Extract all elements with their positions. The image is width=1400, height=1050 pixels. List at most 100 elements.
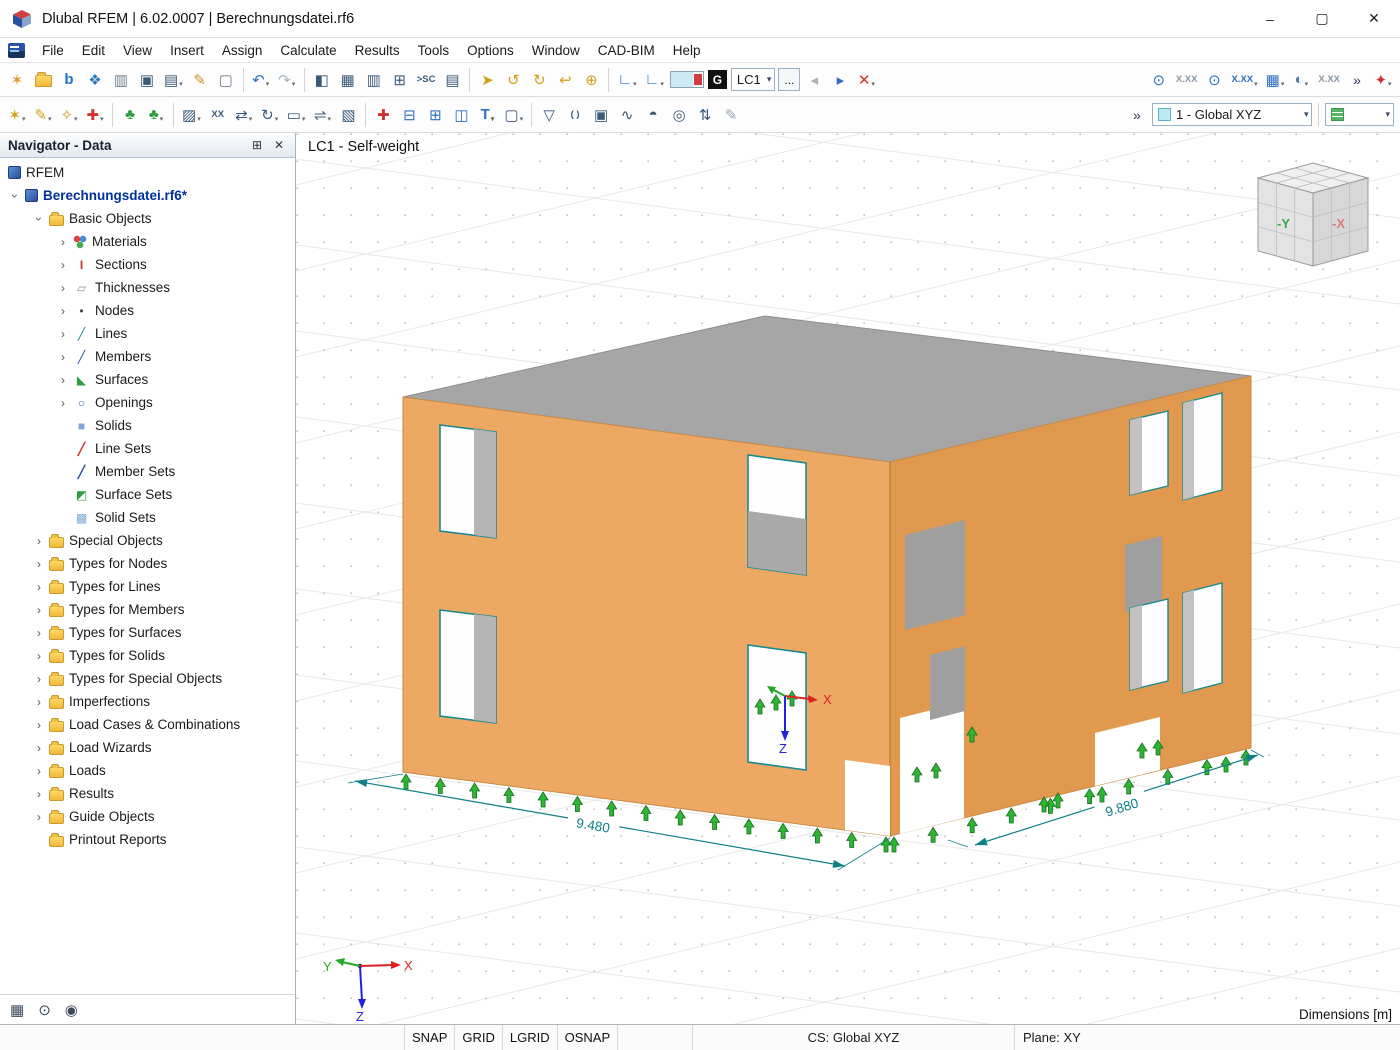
navigator-toggle-icon[interactable]: ◧ bbox=[310, 67, 334, 93]
chevron-down-icon[interactable]: ▾ bbox=[179, 80, 183, 92]
chevron-down-icon[interactable]: ▾ bbox=[767, 74, 772, 85]
input-table-icon[interactable]: ⊞ bbox=[388, 67, 412, 93]
chevron-right-icon[interactable]: › bbox=[56, 304, 70, 318]
window-opening[interactable] bbox=[747, 454, 807, 576]
window-opening[interactable] bbox=[439, 424, 497, 539]
maximize-button[interactable]: ▢ bbox=[1296, 0, 1348, 37]
chevron-right-icon[interactable]: › bbox=[32, 764, 46, 778]
mirror-icon[interactable]: ⇌ ▾ bbox=[310, 102, 334, 128]
chevron-right-icon[interactable]: › bbox=[56, 396, 70, 410]
chevron-down-icon[interactable]: ▾ bbox=[160, 115, 164, 127]
tree-item-solids[interactable]: ■ Solids bbox=[0, 414, 295, 437]
tree-item-special-objects[interactable]: › Special Objects bbox=[0, 529, 295, 552]
navigation-cube[interactable]: -Y -X bbox=[1256, 162, 1370, 267]
chevron-down-icon[interactable]: ▾ bbox=[1281, 80, 1285, 92]
tree-item-materials[interactable]: › Materials bbox=[0, 230, 295, 253]
status-toggle-grid[interactable]: GRID bbox=[455, 1025, 503, 1050]
chevron-right-icon[interactable]: › bbox=[56, 281, 70, 295]
open-model-icon[interactable] bbox=[31, 67, 55, 93]
edit-surface-icon[interactable]: ▢ ▾ bbox=[501, 102, 526, 128]
deformation-icon[interactable]: ∿ bbox=[615, 102, 639, 128]
menu-insert[interactable]: Insert bbox=[161, 38, 213, 63]
tree-item-openings[interactable]: › ○ Openings bbox=[0, 391, 295, 414]
edit-report-icon[interactable]: ✎ bbox=[188, 67, 212, 93]
toolbar2-overflow-button[interactable]: » bbox=[1125, 102, 1149, 128]
tree-item-model-file[interactable]: › Berechnungsdatei.rf6* bbox=[0, 184, 295, 207]
tree-item-members[interactable]: › ╱ Members bbox=[0, 345, 295, 368]
tree-item-types-for-members[interactable]: › Types for Members bbox=[0, 598, 295, 621]
status-work-plane[interactable]: Plane: XY bbox=[1015, 1025, 1400, 1050]
visibility-eye-icon[interactable]: ⊙ bbox=[38, 1001, 51, 1019]
chevron-down-icon[interactable]: ▾ bbox=[48, 115, 52, 127]
tree-item-results[interactable]: › Results bbox=[0, 782, 295, 805]
building-model[interactable] bbox=[402, 315, 1252, 837]
g-standard-badge[interactable]: G bbox=[707, 70, 727, 89]
status-toggle-osnap[interactable]: OSNAP bbox=[558, 1025, 619, 1050]
chevron-down-icon[interactable]: ▾ bbox=[1304, 109, 1309, 120]
chevron-right-icon[interactable]: › bbox=[32, 741, 46, 755]
bim-link-icon[interactable]: ❖ bbox=[83, 67, 107, 93]
window-opening[interactable] bbox=[1182, 582, 1223, 694]
new-model-icon[interactable]: ✶ bbox=[5, 67, 29, 93]
chevron-down-icon[interactable]: ▾ bbox=[660, 80, 664, 92]
chevron-down-icon[interactable]: ▾ bbox=[74, 115, 78, 127]
tree-item-thicknesses[interactable]: › ▱ Thicknesses bbox=[0, 276, 295, 299]
chevron-down-icon[interactable]: ▾ bbox=[871, 80, 875, 92]
chevron-right-icon[interactable]: › bbox=[32, 534, 46, 548]
chevron-down-icon[interactable]: ▾ bbox=[302, 115, 306, 127]
menu-calculate[interactable]: Calculate bbox=[271, 38, 345, 63]
rfem-menu-icon[interactable] bbox=[8, 42, 25, 58]
renumber-icon[interactable]: XX bbox=[206, 102, 230, 128]
tree-item-types-for-solids[interactable]: › Types for Solids bbox=[0, 644, 295, 667]
wall-recess[interactable] bbox=[905, 520, 965, 630]
dimension-aligned-icon[interactable]: ⊞ bbox=[423, 102, 447, 128]
document-icon[interactable]: ▢ bbox=[214, 67, 238, 93]
clipping-box-icon[interactable]: ▣ bbox=[589, 102, 613, 128]
dimension-linear-icon[interactable]: ⊟ bbox=[397, 102, 421, 128]
grid-settings-icon[interactable]: ∟ ▾ bbox=[642, 67, 667, 93]
chevron-down-icon[interactable]: › bbox=[32, 212, 46, 226]
tree-item-types-for-surfaces[interactable]: › Types for Surfaces bbox=[0, 621, 295, 644]
annotation-icon[interactable]: T ▾ bbox=[475, 102, 499, 128]
chevron-right-icon[interactable]: › bbox=[32, 649, 46, 663]
chevron-right-icon[interactable]: › bbox=[32, 695, 46, 709]
model-viewport-canvas[interactable]: 9.480 9.880 X Z X Y Z -Y -X bbox=[296, 133, 1400, 1024]
plane-color-swatch[interactable] bbox=[669, 71, 704, 88]
window-opening[interactable] bbox=[1182, 392, 1223, 501]
extrude-icon[interactable]: ▧ bbox=[336, 102, 360, 128]
paste-icon[interactable]: ▥ bbox=[109, 67, 133, 93]
visual-objects-select[interactable]: ▾ bbox=[1325, 103, 1394, 126]
previous-load-case-icon[interactable]: ◂ bbox=[802, 67, 826, 93]
delete-loads-icon[interactable]: ✕ ▾ bbox=[854, 67, 878, 93]
toolbar-overflow-button[interactable]: » bbox=[1345, 67, 1369, 93]
coordinate-system-select[interactable]: 1 - Global XYZ ▾ bbox=[1151, 103, 1313, 126]
selection-mode-icon[interactable]: ✶ ▾ bbox=[5, 102, 29, 128]
scale-icon[interactable]: ▭ ▾ bbox=[284, 102, 309, 128]
rotate-copy-icon[interactable]: ↻ ▾ bbox=[258, 102, 282, 128]
close-panel-icon[interactable]: ✕ bbox=[269, 138, 289, 152]
tree-item-rfem-root[interactable]: RFEM bbox=[0, 161, 295, 184]
chevron-right-icon[interactable]: › bbox=[32, 810, 46, 824]
render-mode-icon[interactable]: ◐ ▾ bbox=[1289, 67, 1313, 93]
model-viewport[interactable]: 9.480 9.880 X Z X Y Z -Y -X LC1 - Self-w… bbox=[296, 133, 1400, 1024]
brush-icon[interactable]: ✎ bbox=[719, 102, 743, 128]
chevron-right-icon[interactable]: › bbox=[32, 718, 46, 732]
chevron-right-icon[interactable]: › bbox=[32, 603, 46, 617]
dimension-angular-icon[interactable]: ◫ bbox=[449, 102, 473, 128]
tree-item-loads[interactable]: › Loads bbox=[0, 759, 295, 782]
shift-objects-icon[interactable]: ▨ ▾ bbox=[179, 102, 204, 128]
redo-icon[interactable]: ↷ ▾ bbox=[275, 67, 299, 93]
render-sphere-icon[interactable]: ◓ bbox=[641, 102, 665, 128]
chevron-down-icon[interactable]: ▾ bbox=[266, 80, 270, 92]
show-load-values-icon[interactable]: ⊙ bbox=[1147, 67, 1171, 93]
chevron-right-icon[interactable]: › bbox=[56, 373, 70, 387]
camera-path-icon[interactable]: ◎ bbox=[667, 102, 691, 128]
close-button[interactable]: ✕ bbox=[1348, 0, 1400, 37]
chevron-right-icon[interactable]: › bbox=[32, 626, 46, 640]
measure-icon[interactable]: ✎ ▾ bbox=[31, 102, 55, 128]
calculate-icon[interactable]: ✦ ▾ bbox=[1371, 67, 1395, 93]
tree-item-sections[interactable]: › I Sections bbox=[0, 253, 295, 276]
window-opening[interactable] bbox=[1129, 598, 1169, 691]
table-doc-icon[interactable]: ▥ bbox=[362, 67, 386, 93]
next-load-case-icon[interactable]: ▸ bbox=[828, 67, 852, 93]
